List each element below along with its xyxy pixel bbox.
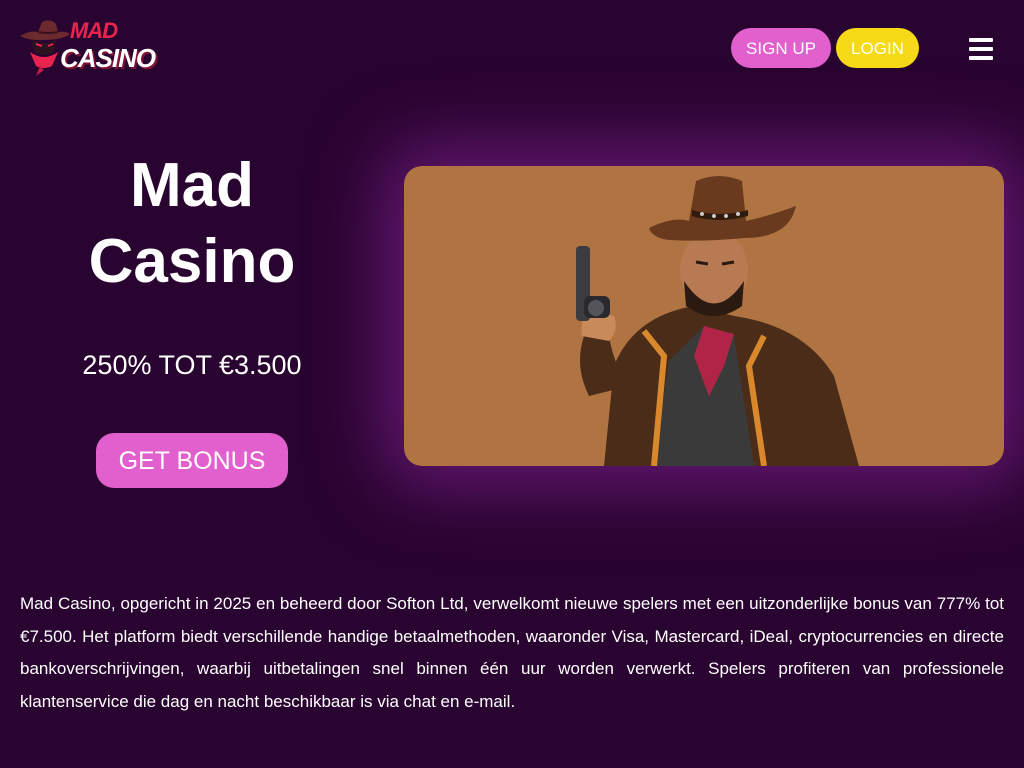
get-bonus-button[interactable]: GET BONUS: [96, 433, 288, 488]
login-button[interactable]: LOGIN: [836, 28, 919, 68]
site-header: MAD CASINO SIGN UP LOGIN: [0, 0, 1024, 100]
sign-up-button[interactable]: SIGN UP: [731, 28, 831, 68]
bonus-offer-text: 250% TOT €3.500: [82, 350, 302, 380]
logo-text-casino: CASINO: [60, 43, 156, 73]
hero-image: [404, 166, 1004, 466]
page: MAD CASINO SIGN UP LOGIN Mad Casino 250%…: [0, 0, 1024, 768]
mad-casino-logo[interactable]: MAD CASINO: [18, 16, 156, 78]
cowboy-illustration: [576, 176, 859, 466]
menu-bar-top: [969, 38, 993, 42]
casino-description: Mad Casino, opgericht in 2025 en beheerd…: [20, 594, 1004, 711]
menu-bar-middle: [969, 47, 993, 51]
menu-bar-bottom: [969, 56, 993, 60]
hamburger-menu-icon[interactable]: [969, 38, 993, 60]
hero-title: Mad Casino: [88, 151, 296, 296]
logo-text-mad: MAD: [70, 18, 118, 43]
